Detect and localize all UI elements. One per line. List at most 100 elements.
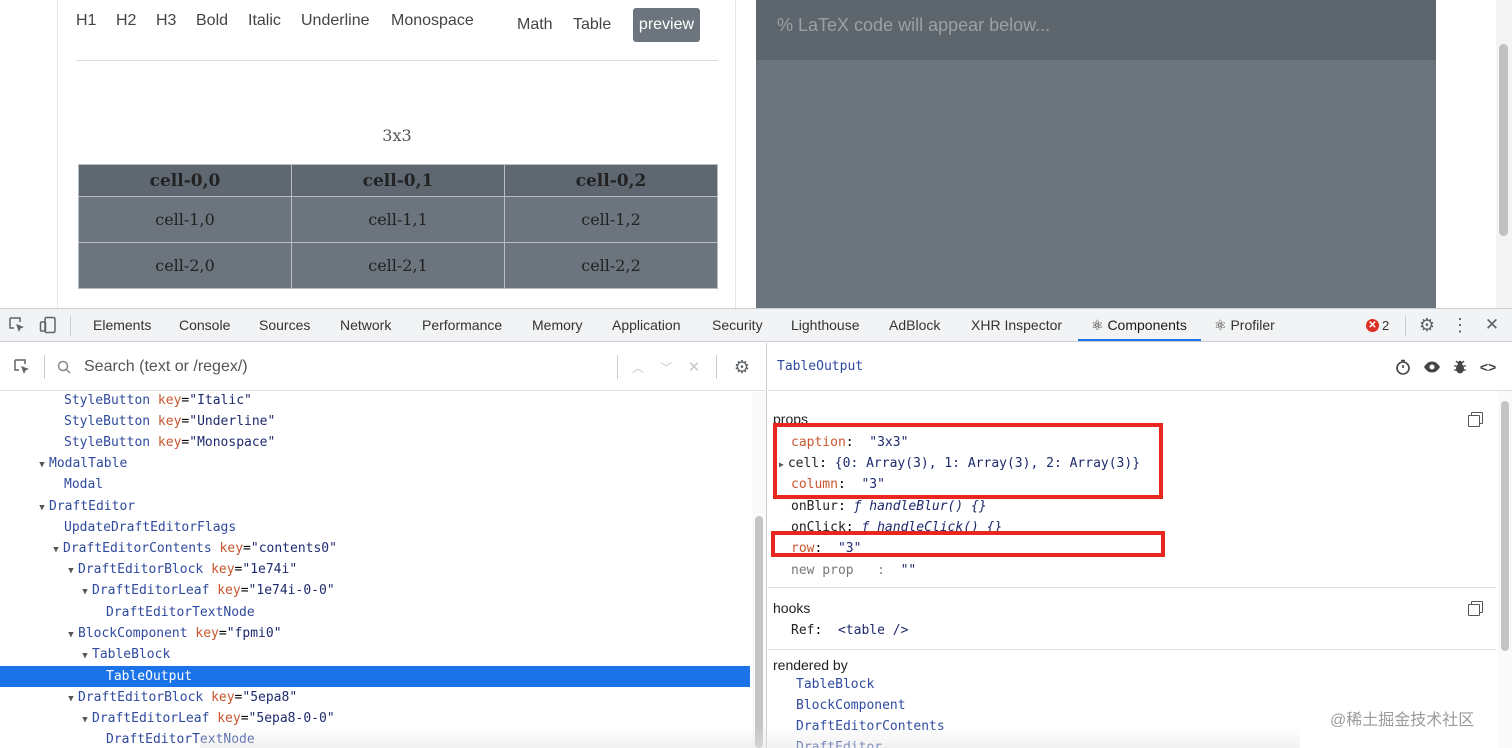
hook-ref[interactable]: Ref: <table /> [791, 623, 908, 638]
bold-button[interactable]: Bold [196, 12, 228, 30]
table-cell[interactable]: cell-0,2 [504, 164, 718, 197]
italic-button[interactable]: Italic [248, 12, 281, 30]
page-scrollbar[interactable] [1496, 0, 1512, 308]
h1-button[interactable]: H1 [76, 12, 96, 30]
preview-table[interactable]: cell-0,0 cell-0,1 cell-0,2 cell-1,0 cell… [78, 164, 718, 289]
copy-props-icon[interactable] [1468, 412, 1483, 427]
expand-arrow-icon[interactable]: ▼ [64, 625, 78, 646]
underline-button[interactable]: Underline [301, 12, 369, 30]
tab-network[interactable]: Network [340, 317, 391, 333]
error-counter[interactable]: ✕ 2 [1366, 318, 1389, 333]
latex-output-panel[interactable]: % LaTeX code will appear below... [756, 0, 1436, 308]
previous-result-icon[interactable]: ︿ [628, 357, 648, 377]
props-scrollbar-thumb[interactable] [1501, 401, 1509, 651]
tree-item[interactable]: DraftEditorTextNode [0, 729, 750, 748]
table-row: cell-2,0 cell-2,1 cell-2,2 [78, 242, 718, 289]
table-cell[interactable]: cell-0,1 [291, 164, 505, 197]
page-scrollbar-thumb[interactable] [1499, 44, 1508, 236]
rendered-by-item[interactable]: DraftEditorContents [796, 719, 945, 734]
expand-arrow-icon[interactable]: ▼ [78, 646, 92, 667]
tree-item[interactable]: ▼ DraftEditorContents key="contents0" [0, 538, 750, 559]
h2-button[interactable]: H2 [116, 12, 136, 30]
inspect-element-icon[interactable] [7, 315, 27, 335]
view-source-icon[interactable]: <> [1478, 357, 1498, 377]
table-cell[interactable]: cell-2,1 [291, 242, 505, 289]
expand-arrow-icon[interactable]: ▼ [78, 710, 92, 731]
tree-item[interactable]: ▼ DraftEditorBlock key="1e74i" [0, 559, 750, 580]
tree-item[interactable]: Modal [0, 474, 750, 495]
tree-item[interactable]: StyleButton key="Underline" [0, 411, 750, 432]
table-cell[interactable]: cell-2,0 [78, 242, 292, 289]
expand-arrow-icon[interactable]: ▼ [64, 689, 78, 710]
prop-column[interactable]: column: "3" [791, 477, 885, 492]
tree-item[interactable]: ▼ TableBlock [0, 644, 750, 665]
component-tree[interactable]: StyleButton key="Italic" StyleButton key… [0, 392, 750, 748]
tab-adblock[interactable]: AdBlock [889, 317, 940, 333]
tree-item[interactable]: ▼ BlockComponent key="fpmi0" [0, 623, 750, 644]
tab-performance[interactable]: Performance [422, 317, 502, 333]
prop-cell[interactable]: ▶ cell: {0: Array(3), 1: Array(3), 2: Arr… [779, 456, 1140, 471]
tab-console[interactable]: Console [179, 317, 230, 333]
rendered-by-item[interactable]: TableBlock [796, 677, 874, 692]
component-search-input[interactable] [84, 355, 604, 379]
prop-onblur[interactable]: onBlur: ƒ handleBlur() {} [791, 499, 987, 514]
tree-item[interactable]: ▼ DraftEditor [0, 496, 750, 517]
bug-icon[interactable] [1450, 357, 1470, 377]
tab-profiler[interactable]: ⚛ Profiler [1214, 317, 1275, 334]
expand-arrow-icon[interactable]: ▼ [35, 455, 49, 476]
tree-item[interactable]: ▼ DraftEditorBlock key="5epa8" [0, 687, 750, 708]
tree-item[interactable]: UpdateDraftEditorFlags [0, 517, 750, 538]
tree-item[interactable]: ▼ DraftEditorLeaf key="5epa8-0-0" [0, 708, 750, 729]
expand-arrow-icon[interactable]: ▼ [35, 498, 49, 519]
tree-item[interactable]: StyleButton key="Italic" [0, 392, 750, 411]
tree-item[interactable]: ▼ ModalTable [0, 453, 750, 474]
tree-item[interactable]: DraftEditorTextNode [0, 602, 750, 623]
tab-memory[interactable]: Memory [532, 317, 583, 333]
tab-application[interactable]: Application [612, 317, 681, 333]
tree-settings-gear-icon[interactable]: ⚙ [732, 357, 752, 377]
settings-gear-icon[interactable]: ⚙ [1417, 315, 1437, 335]
tab-security[interactable]: Security [712, 317, 763, 333]
math-button[interactable]: Math [517, 16, 553, 34]
tree-item-selected[interactable]: TableOutput [0, 666, 750, 687]
expand-arrow-icon[interactable]: ▼ [78, 582, 92, 603]
preview-button[interactable]: preview [633, 8, 700, 42]
tree-scrollbar-thumb[interactable] [755, 516, 763, 748]
eye-icon[interactable] [1422, 357, 1442, 377]
tree-item[interactable]: ▼ DraftEditorLeaf key="1e74i-0-0" [0, 580, 750, 601]
rendered-by-item[interactable]: BlockComponent [796, 698, 906, 713]
table-cell[interactable]: cell-1,0 [78, 196, 292, 243]
copy-hooks-icon[interactable] [1468, 601, 1483, 616]
expand-arrow-icon[interactable]: ▼ [64, 561, 78, 582]
table-cell[interactable]: cell-2,2 [504, 242, 718, 289]
new-prop-row[interactable]: new prop : "" [791, 563, 916, 578]
next-result-icon[interactable]: ﹀ [656, 357, 676, 377]
tree-scrollbar[interactable] [752, 392, 766, 748]
table-cell[interactable]: cell-1,1 [291, 196, 505, 243]
device-toolbar-icon[interactable] [38, 315, 58, 335]
tab-components[interactable]: ⚛ Components [1091, 317, 1187, 334]
section-divider [768, 649, 1496, 650]
expand-arrow-icon[interactable]: ▶ [779, 460, 784, 469]
more-options-icon[interactable]: ⋮ [1450, 315, 1470, 335]
tab-xhr-inspector[interactable]: XHR Inspector [971, 317, 1062, 333]
clear-search-icon[interactable]: ✕ [684, 357, 704, 377]
tree-item[interactable]: StyleButton key="Monospace" [0, 432, 750, 453]
props-scrollbar[interactable] [1498, 391, 1512, 748]
prop-row[interactable]: row: "3" [791, 541, 861, 556]
tab-lighthouse[interactable]: Lighthouse [791, 317, 860, 333]
table-cell[interactable]: cell-0,0 [78, 164, 292, 197]
expand-arrow-icon[interactable]: ▼ [49, 540, 63, 561]
prop-caption[interactable]: caption: "3x3" [791, 435, 908, 450]
table-cell[interactable]: cell-1,2 [504, 196, 718, 243]
select-component-icon[interactable] [12, 357, 32, 377]
table-button[interactable]: Table [573, 16, 611, 34]
tab-elements[interactable]: Elements [93, 317, 151, 333]
stopwatch-icon[interactable] [1393, 357, 1413, 377]
tab-sources[interactable]: Sources [259, 317, 310, 333]
close-devtools-icon[interactable]: ✕ [1482, 315, 1502, 335]
h3-button[interactable]: H3 [156, 12, 176, 30]
rendered-by-item[interactable]: DraftEditor [796, 740, 882, 748]
monospace-button[interactable]: Monospace [391, 12, 474, 30]
prop-onclick[interactable]: onClick: ƒ handleClick() {} [791, 520, 1002, 535]
